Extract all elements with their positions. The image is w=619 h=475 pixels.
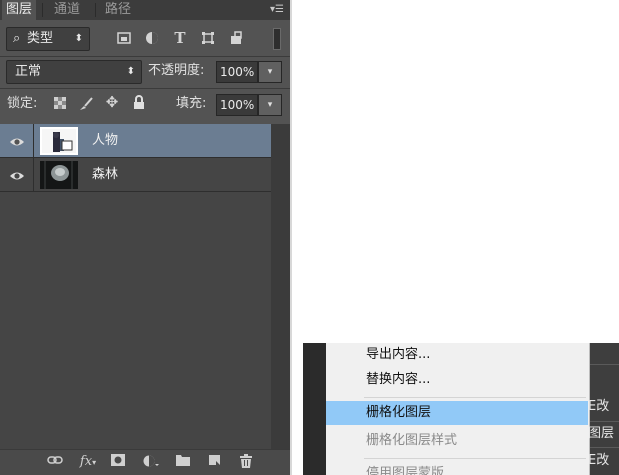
panel-menu-icon[interactable]: ▾☰ — [270, 3, 284, 17]
layers-bottom-toolbar: fx▾ — [0, 449, 290, 475]
fill-dropdown-button[interactable]: ▾ — [258, 94, 282, 116]
layer-name: 人物 — [92, 133, 119, 148]
tab-layers[interactable]: 图层 — [2, 0, 37, 20]
layers-panel: 图层 通道 路径 ▾☰ ⌕ 类型 ⬍ T 正常 ⬍ 不透明度: 100% ▾ 锁… — [0, 0, 290, 475]
eye-icon[interactable] — [9, 168, 25, 182]
type-filter-icon[interactable]: T — [172, 29, 188, 47]
fill-input[interactable]: 100% — [216, 94, 258, 116]
lock-transparent-icon[interactable] — [52, 96, 68, 112]
filter-type-label: 类型 — [27, 31, 54, 46]
eye-icon[interactable] — [9, 134, 25, 148]
filter-toggle-switch[interactable] — [273, 28, 281, 50]
layer-filter-select[interactable]: ⌕ 类型 ⬍ — [6, 27, 90, 51]
layer-divider — [33, 124, 34, 158]
menu-separator — [364, 458, 586, 459]
shape-filter-icon[interactable] — [200, 31, 216, 47]
tab-paths[interactable]: 路径 — [101, 0, 135, 20]
background-divider — [590, 447, 619, 448]
chevron-updown-icon: ⬍ — [74, 33, 83, 44]
panel-tab-bar: 图层 通道 路径 ▾☰ — [0, 0, 290, 20]
smart-object-filter-icon[interactable] — [228, 31, 244, 47]
blend-mode-select[interactable]: 正常 ⬍ — [6, 60, 142, 84]
adjustment-filter-icon[interactable] — [144, 31, 160, 47]
background-divider — [590, 364, 619, 365]
fx-icon[interactable]: fx▾ — [78, 454, 98, 470]
layer-name: 森林 — [92, 167, 119, 182]
menu-left-gutter — [303, 343, 326, 475]
menu-separator — [364, 397, 586, 398]
opacity-label: 不透明度: — [148, 63, 205, 78]
layer-row[interactable]: 森林 — [0, 158, 271, 192]
layer-list: 人物 森林 — [0, 124, 271, 449]
image-filter-icon[interactable] — [116, 31, 132, 47]
context-menu: 导出内容... 替换内容... 栅格化图层 栅格化图层样式 停用图层蒙版 — [326, 343, 590, 475]
background-divider — [590, 421, 619, 422]
link-icon[interactable] — [46, 454, 64, 470]
trash-icon[interactable] — [238, 454, 254, 470]
layer-thumbnail[interactable] — [40, 127, 78, 155]
screenshot-divider — [290, 0, 292, 475]
tab-divider — [95, 3, 96, 17]
group-folder-icon[interactable] — [175, 454, 191, 470]
layer-thumbnail[interactable] — [40, 161, 78, 189]
layer-list-scrollbar[interactable] — [271, 124, 290, 449]
lock-paint-icon[interactable] — [78, 96, 94, 112]
menu-item-rasterize-layer[interactable]: 栅格化图层 — [326, 401, 588, 425]
background-text-fragment: 图层 — [588, 426, 615, 441]
divider — [0, 88, 290, 89]
menu-item-export-contents[interactable]: 导出内容... — [326, 343, 588, 367]
new-layer-icon[interactable] — [207, 454, 223, 470]
menu-item-disable-layer-mask: 停用图层蒙版 — [366, 466, 445, 475]
opacity-dropdown-button[interactable]: ▾ — [258, 61, 282, 83]
chevron-updown-icon: ⬍ — [126, 66, 135, 77]
search-icon: ⌕ — [13, 31, 21, 46]
blend-mode-value: 正常 — [15, 64, 42, 79]
divider — [0, 56, 290, 57]
layer-divider — [33, 158, 34, 192]
tab-channels[interactable]: 通道 — [50, 0, 84, 20]
background-text-fragment: E改 — [588, 399, 610, 414]
fx-label: fx — [79, 454, 93, 469]
menu-item-replace-contents[interactable]: 替换内容... — [326, 368, 588, 392]
adjustment-icon[interactable] — [142, 454, 160, 470]
lock-position-icon[interactable]: ✥ — [104, 93, 120, 113]
fill-label: 填充: — [176, 96, 207, 111]
mask-icon[interactable] — [110, 454, 126, 470]
background-text-fragment: E改 — [588, 453, 610, 468]
layer-row[interactable]: 人物 — [0, 124, 271, 158]
lock-all-icon[interactable] — [132, 95, 146, 111]
menu-item-rasterize-layer-style: 栅格化图层样式 — [366, 433, 458, 448]
lock-label: 锁定: — [7, 96, 38, 111]
tab-divider — [42, 3, 43, 17]
opacity-input[interactable]: 100% — [216, 61, 258, 83]
